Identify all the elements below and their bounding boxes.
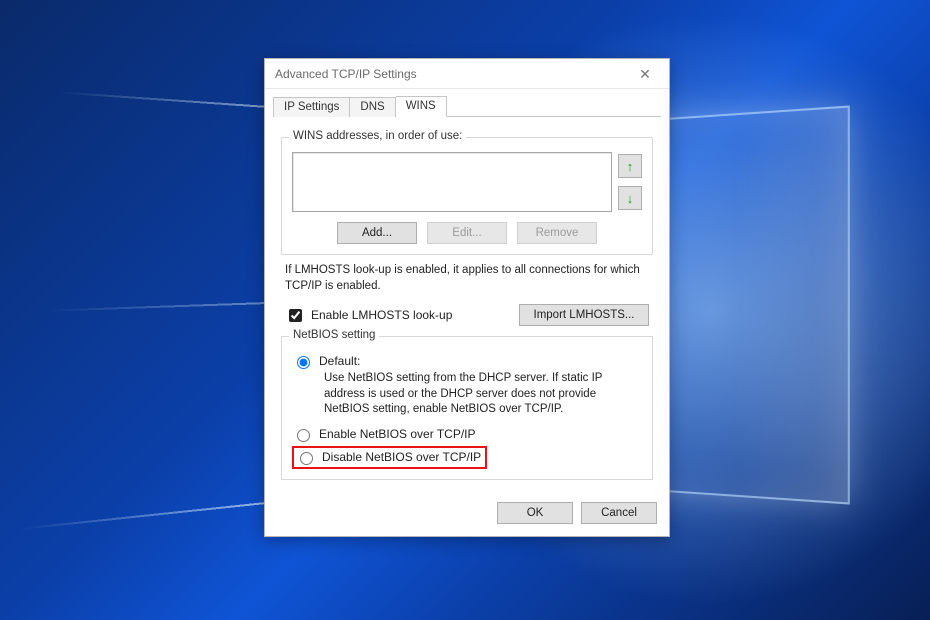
close-icon[interactable]: ✕ xyxy=(623,59,667,89)
tab-wins[interactable]: WINS xyxy=(396,96,447,117)
wins-addresses-label: WINS addresses, in order of use: xyxy=(289,130,466,142)
netbios-default-desc: Use NetBIOS setting from the DHCP server… xyxy=(324,371,642,418)
netbios-default-radio[interactable] xyxy=(297,356,310,369)
netbios-default-label: Default: xyxy=(319,354,360,368)
arrow-up-icon: ↑ xyxy=(627,159,634,174)
netbios-disable-label: Disable NetBIOS over TCP/IP xyxy=(322,450,481,464)
dialog-window: Advanced TCP/IP Settings ✕ IP Settings D… xyxy=(264,58,670,537)
wins-addresses-group: WINS addresses, in order of use: ↑ ↓ Add… xyxy=(281,137,653,255)
move-down-button[interactable]: ↓ xyxy=(618,186,642,210)
dialog-footer: OK Cancel xyxy=(265,492,669,536)
enable-lmhosts-label: Enable LMHOSTS look-up xyxy=(311,308,452,322)
netbios-enable-radio[interactable] xyxy=(297,429,310,442)
enable-lmhosts-checkbox[interactable] xyxy=(289,309,302,322)
netbios-disable-highlight: Disable NetBIOS over TCP/IP xyxy=(292,446,487,469)
add-button[interactable]: Add... xyxy=(337,222,417,244)
tab-strip: IP Settings DNS WINS xyxy=(265,93,669,117)
ok-button[interactable]: OK xyxy=(497,502,573,524)
tab-ip-settings[interactable]: IP Settings xyxy=(273,97,350,117)
netbios-enable-label: Enable NetBIOS over TCP/IP xyxy=(319,427,476,441)
titlebar[interactable]: Advanced TCP/IP Settings ✕ xyxy=(265,59,669,89)
lmhosts-note: If LMHOSTS look-up is enabled, it applie… xyxy=(285,263,649,294)
wins-addresses-listbox[interactable] xyxy=(292,152,612,212)
netbios-group: NetBIOS setting Default: Use NetBIOS set… xyxy=(281,336,653,480)
netbios-legend: NetBIOS setting xyxy=(289,329,379,341)
cancel-button[interactable]: Cancel xyxy=(581,502,657,524)
move-up-button[interactable]: ↑ xyxy=(618,154,642,178)
window-title: Advanced TCP/IP Settings xyxy=(275,67,623,81)
remove-button[interactable]: Remove xyxy=(517,222,597,244)
netbios-disable-radio[interactable] xyxy=(300,452,313,465)
tab-dns[interactable]: DNS xyxy=(350,97,395,117)
arrow-down-icon: ↓ xyxy=(627,191,634,206)
import-lmhosts-button[interactable]: Import LMHOSTS... xyxy=(519,304,649,326)
tab-content: WINS addresses, in order of use: ↑ ↓ Add… xyxy=(265,117,669,492)
edit-button[interactable]: Edit... xyxy=(427,222,507,244)
